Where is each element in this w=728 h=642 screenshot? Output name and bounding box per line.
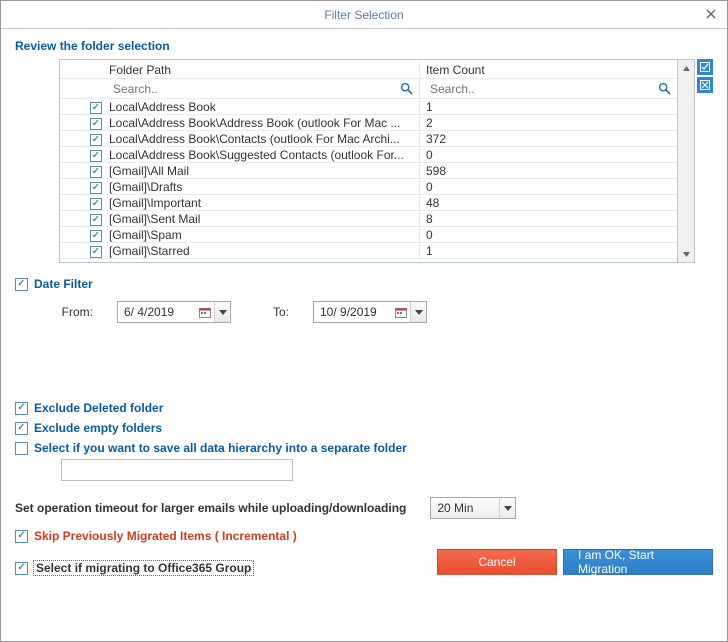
cancel-button[interactable]: Cancel xyxy=(437,549,557,575)
row-checkbox[interactable]: ✓ xyxy=(90,102,102,114)
calendar-icon xyxy=(394,305,408,319)
table-row[interactable]: ✓[Gmail]\Important48 xyxy=(60,195,677,211)
row-count: 8 xyxy=(419,212,677,226)
titlebar: Filter Selection xyxy=(1,1,727,29)
row-checkbox[interactable]: ✓ xyxy=(90,230,102,242)
timeout-select[interactable]: 20 Min xyxy=(430,497,516,519)
row-checkbox[interactable]: ✓ xyxy=(90,214,102,226)
window-title: Filter Selection xyxy=(324,8,403,22)
chevron-down-icon[interactable] xyxy=(214,302,230,322)
search-path-input[interactable] xyxy=(109,80,397,98)
row-path: [Gmail]\Spam xyxy=(105,228,419,242)
search-icon[interactable] xyxy=(397,81,415,97)
row-checkbox[interactable]: ✓ xyxy=(90,198,102,210)
row-path: Local\Address Book\Address Book (outlook… xyxy=(105,116,419,130)
row-checkbox[interactable]: ✓ xyxy=(90,166,102,178)
row-path: [Gmail]\Starred xyxy=(105,244,419,258)
table-row[interactable]: ✓Local\Address Book\Contacts (outlook Fo… xyxy=(60,131,677,147)
scroll-down-icon[interactable] xyxy=(678,246,694,262)
row-count: 0 xyxy=(419,180,677,194)
save-hierarchy-label: Select if you want to save all data hier… xyxy=(34,441,407,455)
office365-label: Select if migrating to Office365 Group xyxy=(34,561,253,575)
table-row[interactable]: ✓Local\Address Book\Suggested Contacts (… xyxy=(60,147,677,163)
table-row[interactable]: ✓[Gmail]\Drafts0 xyxy=(60,179,677,195)
deselect-all-button[interactable] xyxy=(697,77,713,93)
scroll-up-icon[interactable] xyxy=(678,60,694,76)
table-row[interactable]: ✓Local\Address Book1 xyxy=(60,99,677,115)
exclude-deleted-checkbox[interactable]: ✓ xyxy=(15,402,28,415)
row-count: 2 xyxy=(419,116,677,130)
grid-header-path[interactable]: Folder Path xyxy=(105,62,419,77)
row-count: 1 xyxy=(419,100,677,114)
row-count: 372 xyxy=(419,132,677,146)
office365-checkbox[interactable]: ✓ xyxy=(15,562,28,575)
hierarchy-folder-input[interactable] xyxy=(61,459,293,481)
row-checkbox[interactable]: ✓ xyxy=(90,150,102,162)
save-hierarchy-checkbox[interactable] xyxy=(15,442,28,455)
timeout-value: 20 Min xyxy=(437,501,473,515)
row-path: [Gmail]\Important xyxy=(105,196,419,210)
grid-header: Folder Path Item Count xyxy=(60,60,677,79)
folder-grid: Folder Path Item Count ✓Loca xyxy=(59,59,677,263)
to-label: To: xyxy=(255,305,289,319)
section-title: Review the folder selection xyxy=(15,39,713,53)
to-date-field[interactable]: 10/ 9/2019 xyxy=(313,301,427,323)
row-path: Local\Address Book\Suggested Contacts (o… xyxy=(105,148,419,162)
row-checkbox[interactable]: ✓ xyxy=(90,118,102,130)
skip-previous-checkbox[interactable]: ✓ xyxy=(15,530,28,543)
grid-header-count[interactable]: Item Count xyxy=(419,62,677,77)
grid-rows: ✓Local\Address Book1✓Local\Address Book\… xyxy=(60,99,677,262)
row-count: 48 xyxy=(419,196,677,210)
row-count: 1 xyxy=(419,244,677,258)
date-filter-checkbox[interactable]: ✓ xyxy=(15,278,28,291)
scrollbar[interactable] xyxy=(677,59,695,263)
grid-search-row xyxy=(60,79,677,99)
date-filter-label: Date Filter xyxy=(34,277,93,291)
row-count: 0 xyxy=(419,228,677,242)
table-row[interactable]: ✓Local\Address Book\Address Book (outloo… xyxy=(60,115,677,131)
search-icon[interactable] xyxy=(655,81,673,97)
close-button[interactable] xyxy=(701,5,721,23)
search-count-input[interactable] xyxy=(426,80,655,98)
row-checkbox[interactable]: ✓ xyxy=(90,246,102,258)
table-row[interactable]: ✓[Gmail]\Spam0 xyxy=(60,227,677,243)
row-count: 0 xyxy=(419,148,677,162)
from-label: From: xyxy=(59,305,93,319)
checkbox-checked-icon xyxy=(700,62,710,72)
exclude-deleted-label: Exclude Deleted folder xyxy=(34,401,163,415)
chevron-down-icon[interactable] xyxy=(499,498,515,518)
row-count: 598 xyxy=(419,164,677,178)
exclude-empty-label: Exclude empty folders xyxy=(34,421,162,435)
checkbox-clear-icon xyxy=(700,80,710,90)
to-date-value: 10/ 9/2019 xyxy=(320,305,377,319)
table-row[interactable]: ✓[Gmail]\All Mail598 xyxy=(60,163,677,179)
row-path: [Gmail]\Sent Mail xyxy=(105,212,419,226)
select-all-button[interactable] xyxy=(697,59,713,75)
row-path: Local\Address Book xyxy=(105,100,419,114)
row-path: [Gmail]\All Mail xyxy=(105,164,419,178)
table-row[interactable]: ✓[Gmail]\Sent Mail8 xyxy=(60,211,677,227)
row-checkbox[interactable]: ✓ xyxy=(90,182,102,194)
calendar-icon xyxy=(198,305,212,319)
row-path: [Gmail]\Drafts xyxy=(105,180,419,194)
chevron-down-icon[interactable] xyxy=(410,302,426,322)
from-date-field[interactable]: 6/ 4/2019 xyxy=(117,301,231,323)
skip-previous-label: Skip Previously Migrated Items ( Increme… xyxy=(34,529,297,543)
timeout-label: Set operation timeout for larger emails … xyxy=(15,501,406,515)
grid-header-checkbox xyxy=(60,69,105,70)
table-row[interactable]: ✓[Gmail]\Starred1 xyxy=(60,243,677,259)
row-checkbox[interactable]: ✓ xyxy=(90,134,102,146)
close-icon xyxy=(706,9,716,19)
row-path: Local\Address Book\Contacts (outlook For… xyxy=(105,132,419,146)
ok-start-button[interactable]: I am OK, Start Migration xyxy=(563,549,713,575)
exclude-empty-checkbox[interactable]: ✓ xyxy=(15,422,28,435)
from-date-value: 6/ 4/2019 xyxy=(124,305,174,319)
